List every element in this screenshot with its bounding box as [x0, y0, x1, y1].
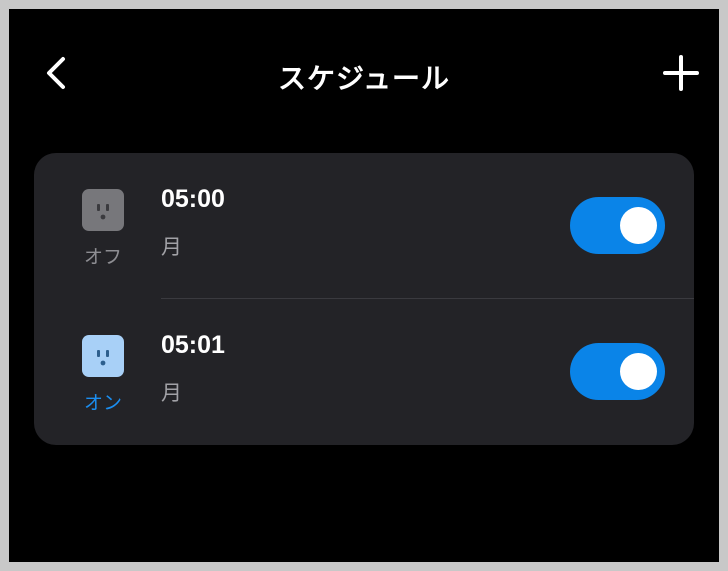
schedule-item[interactable]: オフ 05:00 月 [34, 153, 694, 299]
schedule-toggle[interactable] [570, 343, 665, 400]
chevron-left-icon [47, 57, 65, 89]
plus-icon [663, 55, 699, 91]
schedule-time: 05:00 [161, 185, 225, 213]
state-label: オフ [83, 246, 122, 268]
outlet-icon [82, 189, 124, 231]
back-button[interactable] [33, 49, 81, 97]
add-schedule-button[interactable] [657, 49, 705, 97]
schedule-days: 月 [161, 235, 182, 259]
header: スケジュール [9, 9, 719, 139]
page-title: スケジュール [277, 62, 451, 95]
schedule-item[interactable]: オン 05:01 月 [34, 299, 694, 445]
schedule-time: 05:01 [161, 331, 225, 359]
toggle-knob [620, 353, 657, 390]
app-screen: スケジュール オフ 05:00 月 オン 05:01 月 [9, 9, 719, 562]
outlet-icon [82, 335, 124, 377]
toggle-knob [620, 207, 657, 244]
schedule-days: 月 [161, 381, 182, 405]
schedule-list: オフ 05:00 月 オン 05:01 月 [34, 153, 694, 445]
state-label: オン [83, 392, 122, 414]
schedule-toggle[interactable] [570, 197, 665, 254]
